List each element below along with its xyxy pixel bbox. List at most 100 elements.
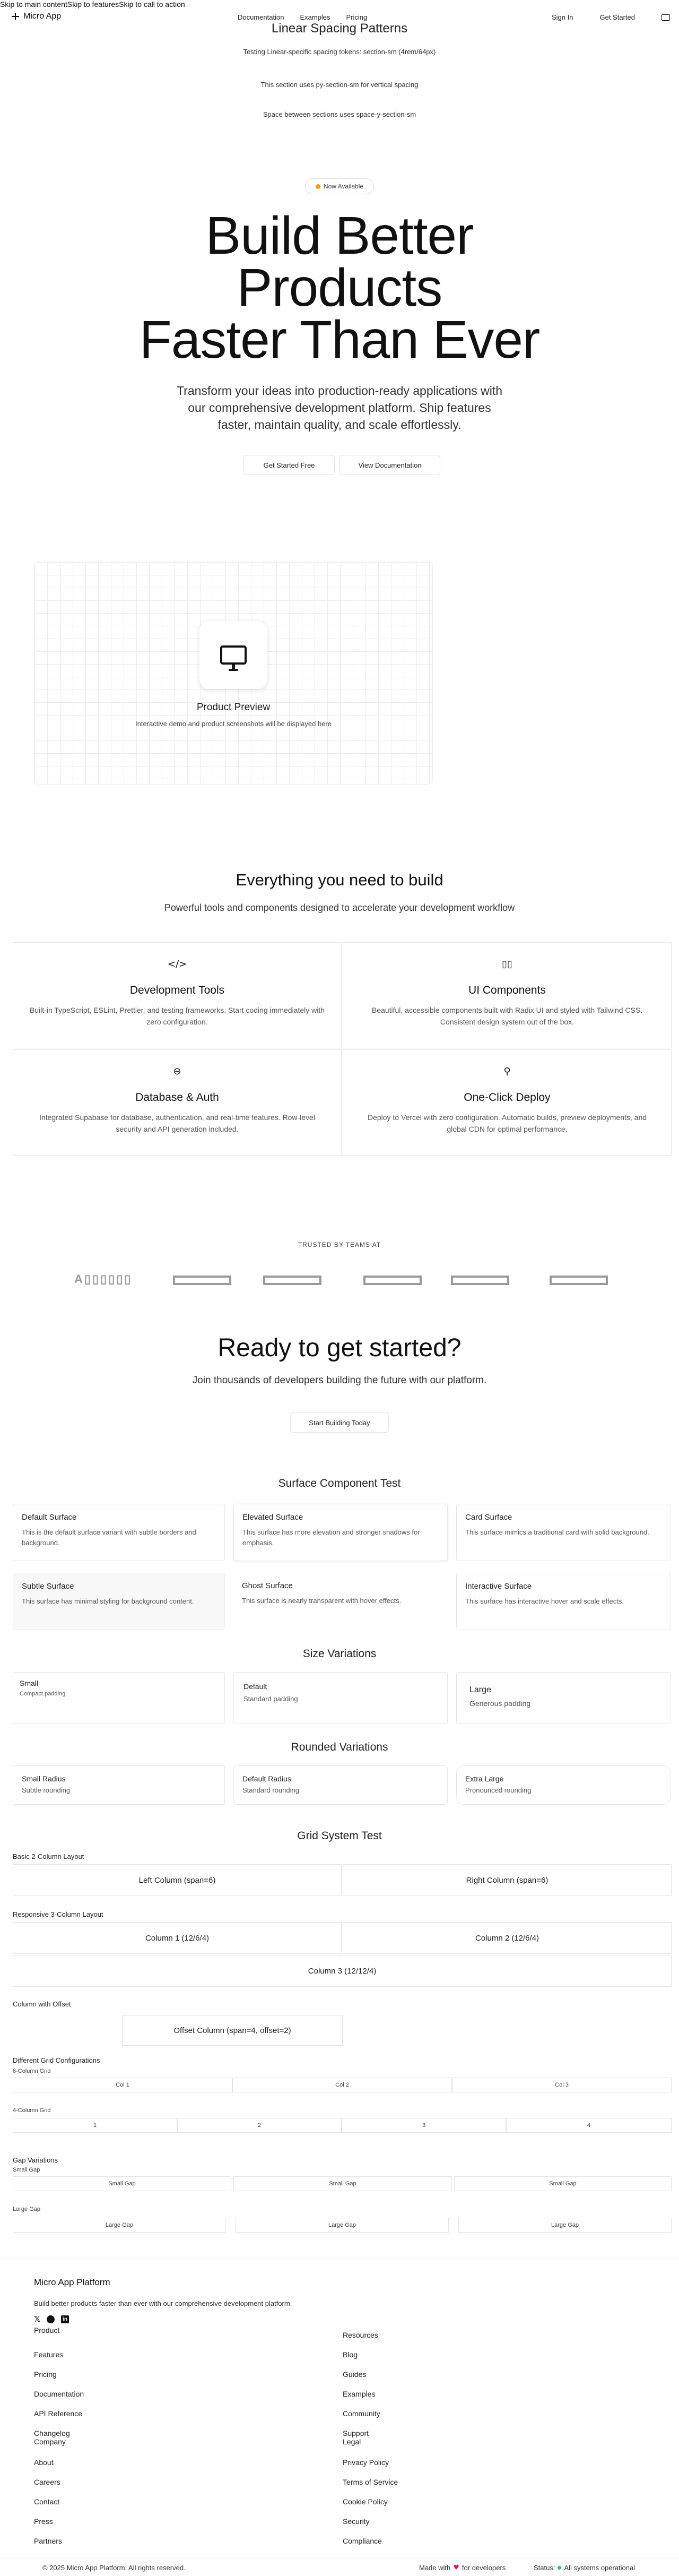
footer-made-with: Made with ♥ for developers	[419, 2564, 506, 2572]
surface-card-title: Elevated Surface	[242, 1513, 303, 1522]
feature-card-database-auth[interactable]: ⊖ Database & Auth Integrated Supabase fo…	[13, 1049, 342, 1156]
feature-title: Development Tools	[129, 984, 225, 996]
footer-link-partners[interactable]: Partners	[34, 2537, 62, 2545]
footer-brand: Micro App Platform	[34, 2277, 110, 2287]
footer-link-privacy[interactable]: Privacy Policy	[343, 2458, 389, 2467]
feature-card-development-tools[interactable]: </> Development Tools Built-in TypeScrip…	[13, 942, 342, 1048]
six-grid-cell: Col 2	[232, 2078, 452, 2092]
surface-card-ghost[interactable]: Ghost Surface This surface is nearly tra…	[233, 1573, 448, 1630]
six-column-label: 6-Column Grid	[13, 2068, 51, 2074]
footer-link-guides[interactable]: Guides	[343, 2370, 366, 2379]
footer-link-pricing[interactable]: Pricing	[34, 2370, 57, 2379]
code-icon: </>	[167, 959, 187, 970]
size-card-title: Small	[20, 1679, 39, 1687]
feature-card-one-click-deploy[interactable]: ⚲ One-Click Deploy Deploy to Vercel with…	[343, 1049, 672, 1156]
nav-logo[interactable]: Micro App	[12, 12, 61, 21]
footer-link-about[interactable]: About	[34, 2458, 54, 2467]
grid-column-2: Column 2 (12/6/4)	[343, 1922, 672, 1954]
four-grid-cell: 1	[13, 2118, 177, 2133]
footer-legal-heading: Legal	[343, 2437, 361, 2446]
footer-copyright: © 2025 Micro App Platform. All rights re…	[42, 2564, 186, 2572]
hero-title-line-1: Build Better	[205, 206, 474, 265]
hero-title-line-3: Faster Than Ever	[139, 310, 541, 369]
nav-link-pricing[interactable]: Pricing	[346, 13, 368, 21]
surface-card-card: Card Surface This surface mimics a tradi…	[456, 1504, 671, 1561]
skip-to-cta-link[interactable]: Skip to call to action	[119, 0, 185, 8]
footer-link-features[interactable]: Features	[34, 2350, 63, 2359]
skip-to-main-link[interactable]: Skip to main content	[0, 0, 67, 8]
footer-link-blog[interactable]: Blog	[343, 2350, 358, 2359]
footer-social: 𝕏 in	[34, 2314, 69, 2324]
now-available-badge: Now Available	[305, 178, 374, 194]
company-logo-3	[263, 1276, 321, 1285]
status-dot-icon	[558, 2566, 562, 2570]
grid-offset-column: Offset Column (span=4, offset=2)	[122, 2015, 343, 2046]
radius-card-desc: Pronounced rounding	[465, 1786, 532, 1794]
nav-link-documentation[interactable]: Documentation	[238, 13, 284, 21]
footer-link-cookies[interactable]: Cookie Policy	[343, 2497, 388, 2506]
size-card-desc: Generous padding	[469, 1699, 531, 1708]
spacing-line-2: This section uses py-section-sm for vert…	[260, 81, 419, 89]
size-card-desc: Standard padding	[243, 1695, 298, 1703]
size-card-default: Default Standard padding	[233, 1672, 448, 1724]
feature-desc: Beautiful, accessible components built w…	[371, 1006, 643, 1026]
footer-link-examples[interactable]: Examples	[343, 2390, 375, 2398]
size-card-desc: Compact padding	[20, 1691, 66, 1697]
for-devs-text: for developers	[462, 2564, 506, 2572]
surface-card-title: Interactive Surface	[465, 1582, 532, 1591]
get-started-button[interactable]: Get Started	[599, 13, 634, 21]
linkedin-icon[interactable]: in	[61, 2315, 69, 2323]
preview-icon-tile	[199, 621, 267, 689]
footer-link-press[interactable]: Press	[34, 2517, 53, 2526]
rounded-variations-title: Rounded Variations	[291, 1741, 388, 1753]
footer-link-changelog[interactable]: Changelog	[34, 2429, 70, 2437]
radius-card-desc: Subtle rounding	[22, 1786, 71, 1794]
preview-title: Product Preview	[196, 702, 271, 713]
theme-toggle-icon[interactable]	[661, 14, 670, 21]
x-icon[interactable]: 𝕏	[34, 2314, 40, 2324]
company-logo-4	[363, 1276, 422, 1285]
surface-card-title: Card Surface	[465, 1513, 512, 1522]
footer-link-community[interactable]: Community	[343, 2409, 380, 2418]
footer-link-terms[interactable]: Terms of Service	[343, 2478, 398, 2486]
feature-card-ui-components[interactable]: ▯▯ UI Components Beautiful, accessible c…	[343, 942, 672, 1048]
surface-card-desc: This surface has interactive hover and s…	[465, 1597, 624, 1605]
heart-icon: ♥	[453, 2564, 459, 2572]
nav-actions: Sign In Get Started	[552, 13, 670, 21]
small-gap-cell: Small Gap	[454, 2176, 672, 2191]
sign-in-button[interactable]: Sign In	[552, 13, 573, 21]
six-grid-cell: Col 3	[452, 2078, 672, 2092]
status-text[interactable]: All systems operational	[564, 2564, 635, 2572]
footer-link-careers[interactable]: Careers	[34, 2478, 60, 2486]
six-grid-cell: Col 1	[13, 2078, 232, 2092]
surface-card-desc: This surface has more elevation and stro…	[242, 1528, 420, 1547]
skip-to-features-link[interactable]: Skip to features	[67, 0, 119, 8]
company-logo-5	[451, 1276, 509, 1285]
preview-desc: Interactive demo and product screenshots…	[135, 720, 332, 728]
view-documentation-button[interactable]: View Documentation	[340, 455, 440, 475]
surface-card-interactive[interactable]: Interactive Surface This surface has int…	[456, 1573, 671, 1630]
database-icon: ⊖	[173, 1066, 181, 1077]
status-label: Status:	[534, 2564, 555, 2572]
small-gap-cell: Small Gap	[233, 2176, 452, 2191]
nav-link-examples[interactable]: Examples	[300, 13, 330, 21]
grid-right-column: Right Column (span=6)	[343, 1864, 672, 1896]
radius-card-title: Extra Large	[465, 1774, 504, 1783]
radius-card-title: Default Radius	[242, 1774, 291, 1783]
footer-link-security[interactable]: Security	[343, 2517, 370, 2526]
footer-link-compliance[interactable]: Compliance	[343, 2537, 382, 2545]
footer-link-api-reference[interactable]: API Reference	[34, 2409, 82, 2418]
grid-title: Grid System Test	[297, 1830, 382, 1842]
footer-link-contact[interactable]: Contact	[34, 2497, 59, 2506]
feature-desc: Integrated Supabase for database, authen…	[39, 1113, 315, 1133]
footer-bottom-divider	[0, 2558, 679, 2559]
footer-link-support[interactable]: Support	[343, 2429, 369, 2437]
feature-desc: Deploy to Vercel with zero configuration…	[367, 1113, 647, 1133]
large-gap-label: Large Gap	[13, 2206, 40, 2212]
cta-title: Ready to get started?	[217, 1334, 462, 1362]
get-started-free-button[interactable]: Get Started Free	[243, 455, 335, 475]
github-icon[interactable]	[47, 2315, 55, 2323]
footer-link-documentation[interactable]: Documentation	[34, 2390, 84, 2398]
start-building-button[interactable]: Start Building Today	[290, 1412, 389, 1433]
four-grid-cell: 4	[506, 2118, 672, 2133]
